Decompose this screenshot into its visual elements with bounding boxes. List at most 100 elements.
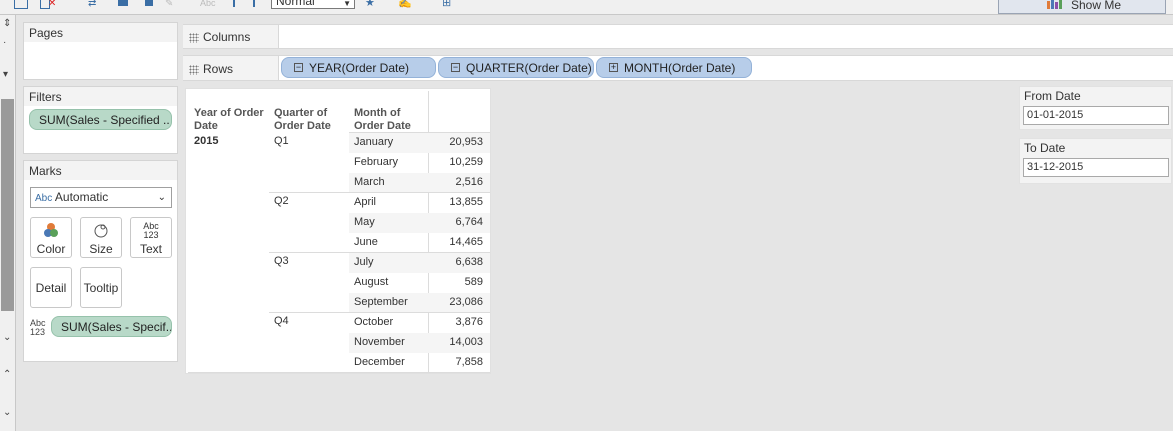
filters-card: Filters SUM(Sales - Specified .. bbox=[23, 86, 178, 154]
quarter-divider bbox=[269, 192, 490, 193]
quarter-cell[interactable]: Q4 bbox=[274, 315, 289, 327]
marks-title: Marks bbox=[24, 161, 177, 180]
mark-type-select[interactable]: Abc Automatic ⌄ bbox=[30, 187, 172, 208]
columns-label-box: Columns bbox=[183, 24, 279, 49]
show-me-button[interactable]: Show Me bbox=[998, 0, 1166, 14]
collapse-icon[interactable]: − bbox=[294, 63, 303, 73]
value-cell[interactable]: 14,465 bbox=[423, 236, 483, 248]
month-cell[interactable]: October bbox=[354, 316, 393, 328]
collapse-icon[interactable]: − bbox=[451, 63, 460, 73]
from-date-input[interactable]: 01-01-2015 bbox=[1023, 106, 1169, 125]
presentation-icon[interactable]: ⊞ bbox=[442, 0, 451, 9]
value-cell[interactable]: 3,876 bbox=[423, 316, 483, 328]
chevron-up-icon[interactable]: ⌃ bbox=[3, 369, 11, 380]
sort-descending-icon[interactable] bbox=[145, 0, 153, 6]
pages-title: Pages bbox=[24, 23, 177, 42]
month-cell[interactable]: March bbox=[354, 176, 385, 188]
month-cell[interactable]: June bbox=[354, 236, 378, 248]
color-icon bbox=[31, 222, 71, 242]
sort-toggle-icon[interactable]: ⇕ bbox=[3, 18, 11, 29]
chevron-down-icon: ⌄ bbox=[157, 192, 166, 203]
value-cell[interactable]: 589 bbox=[423, 276, 483, 288]
pin-icon[interactable]: ★ bbox=[365, 0, 375, 9]
filters-title: Filters bbox=[24, 87, 177, 106]
fit-select[interactable]: Normal ▼ bbox=[271, 0, 355, 9]
month-cell[interactable]: May bbox=[354, 216, 375, 228]
value-cell[interactable]: 20,953 bbox=[423, 136, 483, 148]
row-pill-quarter[interactable]: − QUARTER(Order Date) bbox=[438, 57, 594, 78]
fit-icon[interactable] bbox=[233, 0, 255, 7]
month-cell[interactable]: January bbox=[354, 136, 393, 148]
scrollbar-thumb[interactable] bbox=[1, 99, 14, 311]
rows-label: Rows bbox=[189, 62, 233, 76]
month-cell[interactable]: November bbox=[354, 336, 405, 348]
quarter-cell[interactable]: Q3 bbox=[274, 255, 289, 267]
pages-card: Pages bbox=[23, 22, 178, 80]
swap-icon[interactable]: ⇄ bbox=[88, 0, 96, 9]
quarter-divider bbox=[269, 312, 490, 313]
annotate-icon[interactable]: ✍ bbox=[398, 0, 412, 9]
to-date-input[interactable]: 31-12-2015 bbox=[1023, 158, 1169, 177]
value-cell[interactable]: 6,764 bbox=[423, 216, 483, 228]
delete-icon[interactable]: ✕ bbox=[48, 0, 56, 9]
value-cell[interactable]: 23,086 bbox=[423, 296, 483, 308]
quarter-cell[interactable]: Q1 bbox=[274, 135, 289, 147]
year-cell[interactable]: 2015 bbox=[194, 135, 218, 147]
expand-icon[interactable]: + bbox=[609, 63, 618, 73]
month-cell[interactable]: April bbox=[354, 196, 376, 208]
text-field-pill[interactable]: SUM(Sales - Specif.. bbox=[51, 316, 172, 337]
value-cell[interactable]: 13,855 bbox=[423, 196, 483, 208]
abc-123-icon: Abc 123 bbox=[30, 318, 46, 337]
quarter-cell[interactable]: Q2 bbox=[274, 195, 289, 207]
color-button[interactable]: Color bbox=[30, 217, 72, 258]
month-cell[interactable]: February bbox=[354, 156, 398, 168]
header-year[interactable]: Year of Order Date bbox=[194, 107, 274, 133]
value-cell[interactable]: 2,516 bbox=[423, 176, 483, 188]
row-pill-year-label: YEAR(Order Date) bbox=[309, 61, 410, 75]
rows-label-text: Rows bbox=[203, 62, 234, 76]
highlight-icon[interactable]: ✎ bbox=[165, 0, 173, 9]
row-pill-month[interactable]: + MONTH(Order Date) bbox=[596, 57, 752, 78]
month-cell[interactable]: July bbox=[354, 256, 374, 268]
month-cell[interactable]: September bbox=[354, 296, 408, 308]
value-cell[interactable]: 6,638 bbox=[423, 256, 483, 268]
chevron-down-icon[interactable]: ⌄ bbox=[3, 407, 11, 418]
value-cell[interactable]: 14,003 bbox=[423, 336, 483, 348]
month-cell[interactable]: August bbox=[354, 276, 388, 288]
save-icon[interactable] bbox=[14, 0, 28, 9]
text-button[interactable]: Abc 123 Text bbox=[130, 217, 172, 258]
show-me-label: Show Me bbox=[1071, 0, 1122, 12]
columns-icon bbox=[189, 32, 199, 43]
chevron-down-icon[interactable]: ▾ bbox=[3, 69, 8, 80]
detail-button[interactable]: Detail bbox=[30, 267, 72, 308]
crosstab-view: Year of Order Date Quarter of Order Date… bbox=[185, 88, 491, 374]
color-label: Color bbox=[36, 242, 66, 256]
toolbar: ✕ ⇄ ✎ Abc Normal ▼ ★ ✍ ⊞ Show Me bbox=[0, 0, 1173, 15]
row-pill-quarter-label: QUARTER(Order Date) bbox=[466, 61, 592, 75]
columns-label-text: Columns bbox=[203, 30, 251, 44]
value-cell[interactable]: 10,259 bbox=[423, 156, 483, 168]
row-pill-year[interactable]: − YEAR(Order Date) bbox=[281, 57, 436, 78]
tooltip-button[interactable]: Tooltip bbox=[80, 267, 122, 308]
size-icon bbox=[81, 222, 121, 242]
value-cell[interactable]: 7,858 bbox=[423, 356, 483, 368]
header-month[interactable]: Month of Order Date bbox=[354, 107, 426, 133]
columns-label: Columns bbox=[189, 30, 250, 44]
filter-pill-sales[interactable]: SUM(Sales - Specified .. bbox=[29, 109, 172, 130]
detail-label: Detail bbox=[35, 281, 67, 295]
month-cell[interactable]: December bbox=[354, 356, 405, 368]
to-date-card: To Date 31-12-2015 bbox=[1019, 138, 1172, 184]
chevron-down-icon[interactable]: ⌄ bbox=[3, 332, 11, 343]
dots-icon: · bbox=[3, 37, 7, 48]
quarter-divider bbox=[269, 252, 490, 253]
from-date-card: From Date 01-01-2015 bbox=[1019, 86, 1172, 130]
row-pill-month-label: MONTH(Order Date) bbox=[624, 61, 736, 75]
fit-select-value: Normal bbox=[276, 0, 315, 8]
header-quarter[interactable]: Quarter of Order Date bbox=[274, 107, 346, 133]
label-text-icon[interactable]: Abc bbox=[200, 0, 216, 9]
sort-ascending-icon[interactable] bbox=[118, 0, 128, 6]
size-button[interactable]: Size bbox=[80, 217, 122, 258]
text-mark-icon: Abc bbox=[35, 193, 53, 204]
columns-shelf[interactable] bbox=[183, 24, 1173, 49]
to-date-title: To Date bbox=[1024, 141, 1066, 155]
